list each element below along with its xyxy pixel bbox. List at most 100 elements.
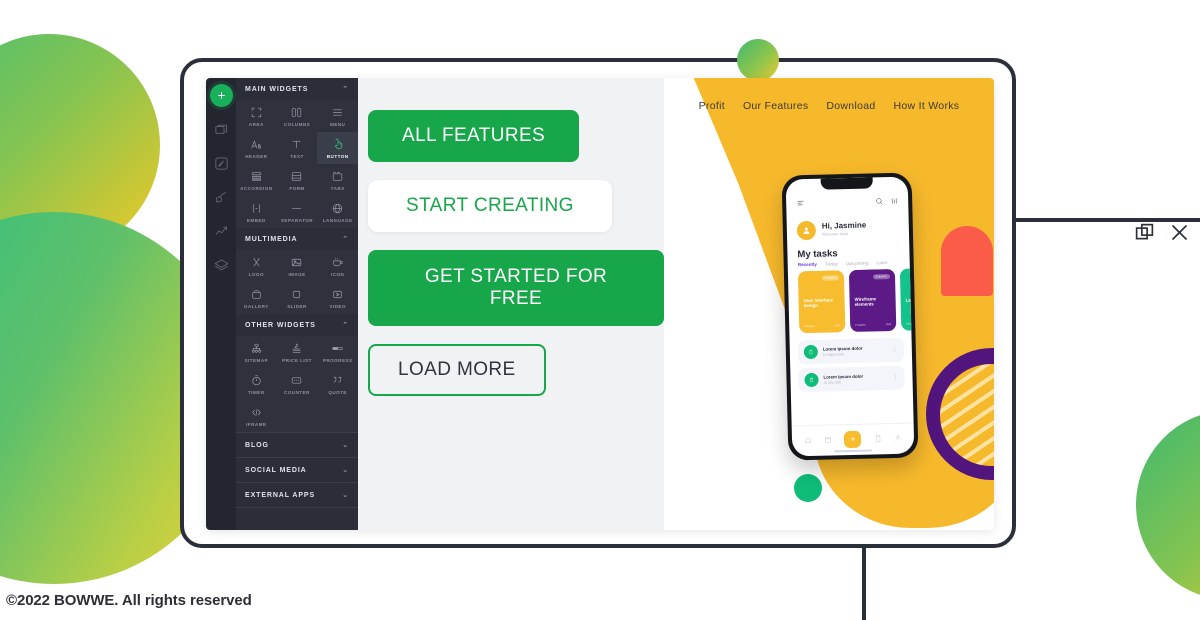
price-list-icon [290,342,303,355]
widget-menu[interactable]: MENU [317,100,358,132]
task-tab-later[interactable]: Later [876,260,887,265]
more-options-icon[interactable]: ⋮ [892,375,898,381]
widget-progress[interactable]: PROGRESS [317,336,358,368]
builder-canvas: ALL FEATURES START CREATING GET STARTED … [358,78,664,530]
load-more-button[interactable]: LOAD MORE [368,344,546,396]
card-badge: Creative [821,275,840,282]
panel-section-external-apps[interactable]: EXTERNAL APPS ⌄ [236,482,358,507]
layers-icon[interactable] [208,248,234,282]
all-features-button[interactable]: ALL FEATURES [368,110,580,162]
widget-sitemap[interactable]: SITEMAP [236,336,277,368]
widget-quote[interactable]: QUOTE [317,368,358,400]
plus-icon[interactable] [209,84,233,107]
accordion-icon [250,170,263,183]
task-row[interactable]: Lorem ipsum dolor 26 July 2020 ⋮ [798,365,905,393]
task-card[interactable]: Creative Wireframe elements Progress 45% [848,268,897,332]
widget-form[interactable]: FORM [277,164,318,196]
calendar-icon[interactable] [824,430,832,448]
widget-video[interactable]: VIDEO [317,282,358,314]
language-icon [331,202,344,215]
panel-section-blog[interactable]: BLOG ⌄ [236,432,358,457]
widget-panel[interactable]: MAIN WIDGETS ⌃ AREA COLUMNS MENU HEADER … [236,78,358,530]
pages-icon[interactable] [208,112,234,146]
widget-accordion[interactable]: ACCORDION [236,164,277,196]
widget-label: FORM [289,186,305,191]
section-title: EXTERNAL APPS [245,491,316,499]
nav-item-our-features[interactable]: Our Features [743,100,808,112]
widget-gallery[interactable]: GALLERY [236,282,277,314]
widget-header[interactable]: HEADER [236,132,277,164]
widget-label: IMAGE [288,272,306,277]
widget-tabs[interactable]: TABS [317,164,358,196]
close-icon[interactable] [1169,222,1190,248]
form-icon [290,170,303,183]
widget-label: COUNTER [284,390,310,395]
analytics-icon[interactable] [208,214,234,248]
widget-button[interactable]: BUTTON [317,132,358,164]
profile-icon[interactable] [894,429,902,447]
widget-separator[interactable]: SEPARATOR [277,196,318,228]
widget-grid-multimedia: LOGO IMAGE ICON GALLERY SLIDER VIDEO [236,250,358,314]
widget-label: IFRAME [246,422,267,427]
widget-label: ICON [331,272,345,277]
widget-embed[interactable]: EMBED [236,196,277,228]
builder-window-frame: MAIN WIDGETS ⌃ AREA COLUMNS MENU HEADER … [180,39,1016,548]
widget-logo[interactable]: LOGO [236,250,277,282]
more-options-icon[interactable]: ⋮ [892,347,898,353]
task-card[interactable]: Creative User interface design Progress … [797,270,846,334]
quote-icon [331,374,344,387]
nav-item-download[interactable]: Download [826,100,875,112]
panel-section-multimedia[interactable]: MULTIMEDIA ⌃ [236,228,358,250]
widget-icon[interactable]: ICON [317,250,358,282]
duplicate-icon[interactable] [1134,222,1155,248]
widget-counter[interactable]: COUNTER [277,368,318,400]
panel-section-social-media[interactable]: SOCIAL MEDIA ⌄ [236,457,358,482]
widget-slider[interactable]: SLIDER [277,282,318,314]
hamburger-icon[interactable] [796,194,805,212]
task-tab-today[interactable]: Today [825,261,838,266]
widget-label: BUTTON [326,154,349,159]
widget-label: LANGUAGE [322,218,353,223]
widget-label: PROGRESS [322,358,353,363]
card-progress-label: Progress [804,324,815,329]
widget-language[interactable]: LANGUAGE [317,196,358,228]
add-icon[interactable] [844,430,862,448]
nav-item-profit[interactable]: Profit [699,100,725,112]
chevron-up-icon[interactable]: ⌃ [342,321,349,329]
chevron-up-icon[interactable]: ⌃ [342,235,349,243]
file-icon[interactable] [873,429,881,447]
card-progress-percent: 45% [885,322,892,327]
task-tab-recently[interactable]: Recently [798,262,817,267]
start-creating-button[interactable]: START CREATING [368,180,612,232]
widget-grid-other: SITEMAP PRICE LIST PROGRESS TIMER COUNTE… [236,336,358,432]
widget-image[interactable]: IMAGE [277,250,318,282]
widget-timer[interactable]: TIMER [236,368,277,400]
widget-text[interactable]: TEXT [277,132,318,164]
panel-section-main-widgets[interactable]: MAIN WIDGETS ⌃ [236,78,358,100]
task-card[interactable]: Creative Landing design Progress 30% [899,268,912,331]
card-title: Landing design [905,297,912,304]
get-started-for-free-button[interactable]: GET STARTED FOR FREE [368,250,664,326]
widget-columns[interactable]: COLUMNS [277,100,318,132]
search-icon[interactable] [875,192,883,210]
filter-icon[interactable] [890,192,898,210]
task-tab-upcoming[interactable]: Upcoming [846,261,869,267]
chevron-down-icon[interactable]: ⌄ [342,441,349,449]
widget-label: TABS [330,186,345,191]
edit-icon[interactable] [208,146,234,180]
chevron-down-icon[interactable]: ⌄ [342,466,349,474]
brush-icon[interactable] [208,180,234,214]
widget-area[interactable]: AREA [236,100,277,132]
panel-section-other-widgets[interactable]: OTHER WIDGETS ⌃ [236,314,358,336]
avatar [796,220,817,241]
widget-price-list[interactable]: PRICE LIST [277,336,318,368]
nav-item-how-it-works[interactable]: How It Works [894,100,960,112]
widget-label: ACCORDION [240,186,273,191]
chevron-down-icon[interactable]: ⌄ [342,491,349,499]
widget-iframe[interactable]: IFRAME [236,400,277,432]
home-icon[interactable] [804,431,812,449]
task-row[interactable]: Lorem ipsum dolor 11 August 2020 ⋮ [797,337,905,365]
chevron-up-icon[interactable]: ⌃ [342,85,349,93]
progress-icon [331,342,344,355]
card-progress-label: Progress [855,323,866,327]
